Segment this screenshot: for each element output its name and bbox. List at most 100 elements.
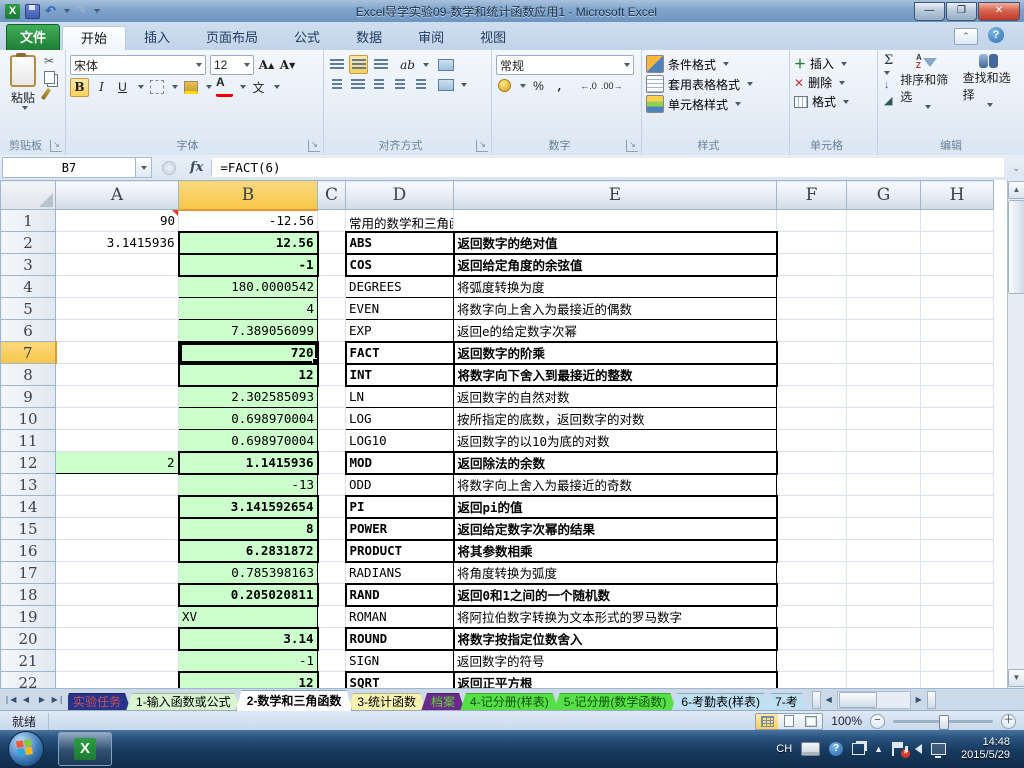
column-header-G[interactable]: G	[847, 181, 921, 210]
cell-E11[interactable]: 返回数字的以10为底的对数	[454, 430, 777, 452]
close-button[interactable]: ✕	[978, 2, 1020, 21]
cell-E12[interactable]: 返回除法的余数	[454, 452, 777, 474]
select-all-button[interactable]	[1, 181, 56, 210]
cell-D22[interactable]: SQRT	[346, 672, 454, 689]
cell-E21[interactable]: 返回数字的符号	[454, 650, 777, 672]
cell-D9[interactable]: LN	[346, 386, 454, 408]
window-stack-icon[interactable]	[852, 743, 865, 755]
cell-A1[interactable]: 90	[56, 210, 179, 232]
cell-A9[interactable]	[56, 386, 179, 408]
cell-D20[interactable]: ROUND	[346, 628, 454, 650]
row-header-13[interactable]: 13	[1, 474, 56, 496]
tab-formulas[interactable]: 公式	[276, 26, 338, 50]
sheet-tab-3[interactable]: 2-数学和三角函数	[236, 690, 353, 711]
cell-B16[interactable]: 6.2831872	[179, 540, 318, 562]
bold-button[interactable]: B	[70, 78, 89, 97]
cell-C18[interactable]	[318, 584, 346, 606]
row-header-8[interactable]: 8	[1, 364, 56, 386]
increase-decimal-icon[interactable]: ←.0	[580, 77, 597, 94]
cell-C15[interactable]	[318, 518, 346, 540]
cell-G12[interactable]	[847, 452, 921, 474]
column-header-B[interactable]: B	[179, 181, 318, 210]
cell-D15[interactable]: POWER	[346, 518, 454, 540]
font-dialog-launcher-icon[interactable]: ↘	[308, 140, 320, 152]
cell-F13[interactable]	[777, 474, 847, 496]
vertical-scroll-thumb[interactable]	[1008, 200, 1024, 294]
cell-D3[interactable]: COS	[346, 254, 454, 276]
help-icon[interactable]: ?	[988, 27, 1004, 43]
cell-D19[interactable]: ROMAN	[346, 606, 454, 628]
cell-E15[interactable]: 返回给定数字次幂的结果	[454, 518, 777, 540]
cell-H15[interactable]	[921, 518, 994, 540]
merge-center-icon[interactable]	[437, 76, 454, 93]
show-hidden-icons-icon[interactable]: ▲	[874, 744, 883, 754]
cell-A22[interactable]	[56, 672, 179, 689]
cell-G20[interactable]	[847, 628, 921, 650]
cell-G14[interactable]	[847, 496, 921, 518]
minimize-button[interactable]: —	[914, 2, 945, 21]
keyboard-icon[interactable]	[801, 742, 820, 756]
prev-sheet-icon[interactable]: ◀	[19, 693, 33, 707]
phonetic-guide-icon[interactable]: 文	[250, 79, 267, 96]
cell-A20[interactable]	[56, 628, 179, 650]
cell-G1[interactable]	[847, 210, 921, 232]
cell-C22[interactable]	[318, 672, 346, 689]
cell-E6[interactable]: 返回e的给定数字次幂	[454, 320, 777, 342]
cell-C19[interactable]	[318, 606, 346, 628]
cell-H19[interactable]	[921, 606, 994, 628]
cell-D17[interactable]: RADIANS	[346, 562, 454, 584]
align-left-icon[interactable]	[328, 76, 345, 93]
cell-D10[interactable]: LOG	[346, 408, 454, 430]
cell-H7[interactable]	[921, 342, 994, 364]
tab-view[interactable]: 视图	[462, 26, 524, 50]
cell-E18[interactable]: 返回0和1之间的一个随机数	[454, 584, 777, 606]
cell-B2[interactable]: 12.56	[179, 232, 318, 254]
cell-H12[interactable]	[921, 452, 994, 474]
fill-icon[interactable]: ↓	[884, 79, 893, 91]
cell-A19[interactable]	[56, 606, 179, 628]
cell-H3[interactable]	[921, 254, 994, 276]
orientation-icon[interactable]: ab	[399, 56, 416, 73]
column-header-A[interactable]: A	[56, 181, 179, 210]
cell-C7[interactable]	[318, 342, 346, 364]
row-header-6[interactable]: 6	[1, 320, 56, 342]
cell-B6[interactable]: 7.389056099	[179, 320, 318, 342]
underline-button[interactable]: U	[114, 79, 131, 96]
cell-B8[interactable]: 12	[179, 364, 318, 386]
cell-B3[interactable]: -1	[179, 254, 318, 276]
number-dialog-launcher-icon[interactable]: ↘	[626, 140, 638, 152]
column-header-C[interactable]: C	[318, 181, 346, 210]
insert-function-icon[interactable]: fx	[182, 160, 212, 175]
cell-B13[interactable]: -13	[179, 474, 318, 496]
next-sheet-icon[interactable]: ▶	[35, 693, 49, 707]
undo-icon[interactable]: ↶	[45, 5, 56, 17]
cell-H4[interactable]	[921, 276, 994, 298]
cell-C10[interactable]	[318, 408, 346, 430]
cell-D2[interactable]: ABS	[346, 232, 454, 254]
cell-F9[interactable]	[777, 386, 847, 408]
cell-E22[interactable]: 返回正平方根	[454, 672, 777, 689]
cell-G15[interactable]	[847, 518, 921, 540]
cell-A15[interactable]	[56, 518, 179, 540]
scroll-up-icon[interactable]: ▲	[1008, 181, 1024, 199]
cell-E13[interactable]: 将数字向上舍入为最接近的奇数	[454, 474, 777, 496]
cell-H2[interactable]	[921, 232, 994, 254]
row-header-20[interactable]: 20	[1, 628, 56, 650]
cell-H1[interactable]	[921, 210, 994, 232]
sheet-tab-9[interactable]: 7-考	[765, 693, 808, 711]
cell-B12[interactable]: 1.1415936	[179, 452, 318, 474]
cell-A5[interactable]	[56, 298, 179, 320]
cell-B21[interactable]: -1	[179, 650, 318, 672]
cell-G18[interactable]	[847, 584, 921, 606]
row-header-3[interactable]: 3	[1, 254, 56, 276]
row-header-18[interactable]: 18	[1, 584, 56, 606]
column-header-D[interactable]: D	[346, 181, 454, 210]
minimize-ribbon-icon[interactable]: ⌃	[954, 28, 978, 45]
cell-F20[interactable]	[777, 628, 847, 650]
cell-B22[interactable]: 12	[179, 672, 318, 689]
cell-B5[interactable]: 4	[179, 298, 318, 320]
column-header-H[interactable]: H	[921, 181, 994, 210]
cell-A13[interactable]	[56, 474, 179, 496]
zoom-slider[interactable]	[893, 720, 993, 723]
format-painter-icon[interactable]	[41, 88, 51, 100]
